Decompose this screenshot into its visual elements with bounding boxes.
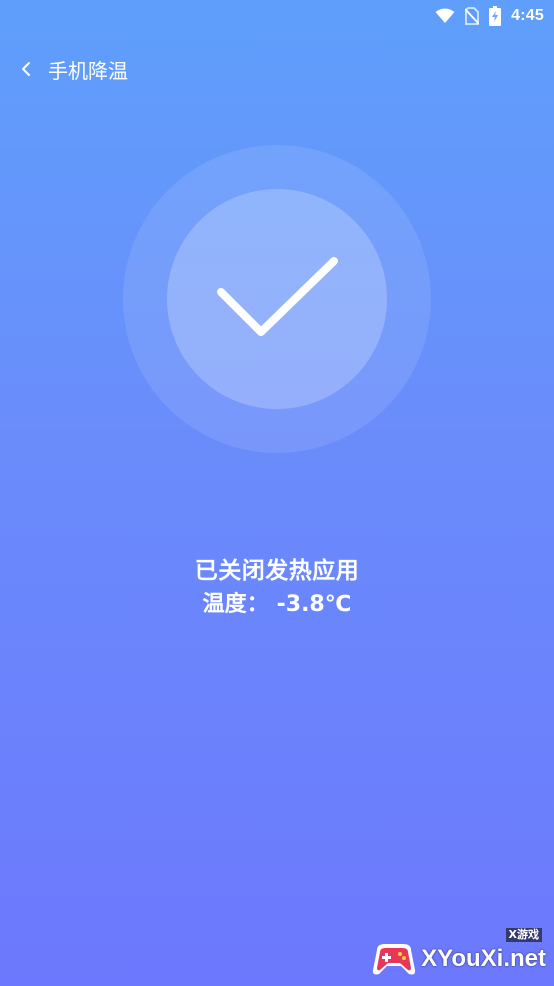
status-graphic xyxy=(123,145,431,453)
no-sim-icon xyxy=(465,7,480,25)
status-circle xyxy=(123,145,431,453)
temperature-value: -3.8℃ xyxy=(276,592,352,617)
battery-charging-icon xyxy=(489,6,502,26)
temperature-line: 温度： -3.8℃ xyxy=(0,589,554,621)
gamepad-logo xyxy=(371,940,417,978)
temperature-label: 温度： xyxy=(202,592,269,617)
app-header: 手机降温 xyxy=(0,52,554,86)
status-time: 4:45 xyxy=(511,7,544,24)
status-bar: 4:45 xyxy=(0,0,554,32)
chevron-left-icon xyxy=(20,61,32,77)
result-title: 已关闭发热应用 xyxy=(194,558,360,584)
inner-circle xyxy=(167,189,387,409)
page-title: 手机降温 xyxy=(48,58,128,83)
watermark: XYouXi.net X游戏 xyxy=(371,928,546,978)
result-block: 已关闭发热应用 温度： -3.8℃ xyxy=(0,555,554,621)
watermark-text: XYouXi.net xyxy=(421,945,546,972)
watermark-tag: X游戏 xyxy=(505,928,542,942)
wifi-icon xyxy=(435,8,455,24)
status-icons: 4:45 xyxy=(435,6,544,26)
